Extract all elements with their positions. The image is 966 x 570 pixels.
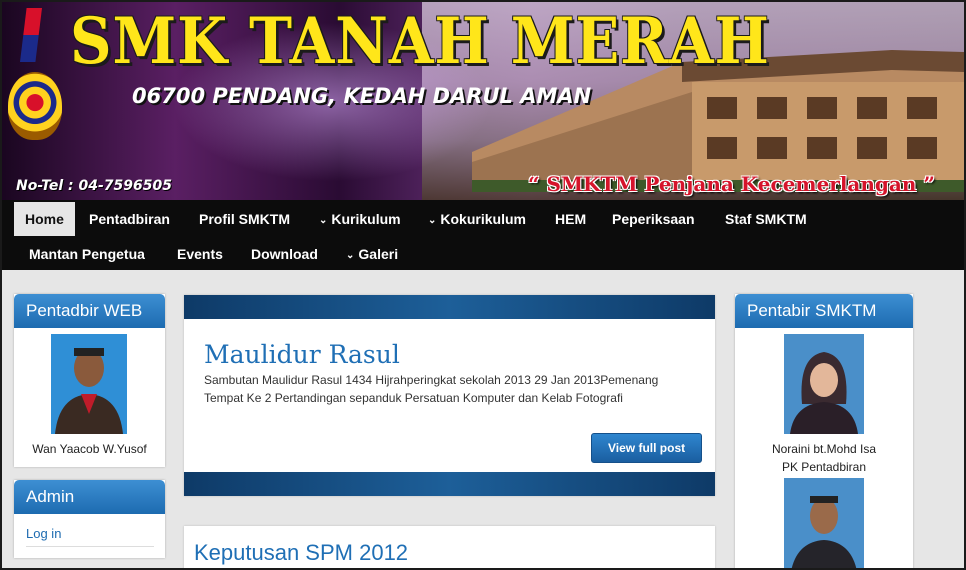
chevron-down-icon: ⌄	[428, 215, 437, 226]
nav-item-mantan-pengetua[interactable]: Mantan Pengetua	[18, 237, 156, 271]
site-title: SMK TANAH MERAH	[70, 4, 770, 79]
widget-title: Pentadbir WEB	[14, 294, 165, 328]
widget-title: Admin	[14, 480, 165, 514]
page-frame: SMK TANAH MERAH 06700 PENDANG, KEDAH DAR…	[0, 0, 966, 570]
nav-label: Staf SMKTM	[725, 211, 807, 227]
nav-item-kokurikulum[interactable]: ⌄ Kokurikulum	[417, 202, 537, 236]
nav-label: Mantan Pengetua	[29, 246, 145, 262]
nav-item-home[interactable]: Home	[14, 202, 75, 236]
divider	[26, 546, 154, 547]
nav-label: Kokurikulum	[440, 211, 526, 227]
post-title[interactable]: Keputusan SPM 2012	[194, 540, 408, 566]
nav-label: Download	[251, 246, 318, 262]
admin-name: Wan Yaacob W.Yusof	[32, 442, 147, 456]
nav-label: HEM	[555, 211, 587, 227]
nav-label: Pentadbiran	[89, 211, 170, 227]
widget-pentabir-smktm: Pentabir SMKTM Noraini bt.Mohd Isa PK Pe…	[735, 294, 913, 568]
login-link[interactable]: Log in	[26, 526, 61, 541]
post-excerpt: Sambutan Maulidur Rasul 1434 Hijrahperin…	[204, 373, 659, 405]
nav-label: Galeri	[358, 246, 399, 262]
school-crest-icon	[8, 72, 62, 140]
nav-label: Events	[177, 246, 223, 262]
chevron-down-icon: ⌄	[319, 215, 328, 226]
nav-label: Home	[25, 211, 64, 227]
site-address: 06700 PENDANG, KEDAH DARUL AMAN	[132, 84, 592, 108]
nav-label: Kurikulum	[331, 211, 401, 227]
nav-label: Peperiksaan	[612, 211, 695, 227]
post-header-bar	[184, 295, 715, 319]
post-footer-bar	[184, 472, 715, 496]
widget-pentadbir-web: Pentadbir WEB Wan Yaacob W.Yusof	[14, 294, 165, 467]
post-card: Maulidur Rasul Sambutan Maulidur Rasul 1…	[184, 295, 715, 496]
nav-item-pentadbiran[interactable]: Pentadbiran	[78, 202, 181, 236]
view-full-post-button[interactable]: View full post	[591, 433, 703, 463]
nav-item-events[interactable]: Events	[166, 237, 234, 271]
nav-label: Profil SMKTM	[199, 211, 290, 227]
nav-item-download[interactable]: Download	[240, 237, 329, 271]
widget-admin: Admin Log in	[14, 480, 165, 558]
flag-emblem-icon	[20, 8, 42, 62]
chevron-down-icon: ⌄	[346, 250, 355, 261]
staff-photo-2	[784, 478, 864, 568]
nav-item-profil-smktm[interactable]: Profil SMKTM	[188, 202, 301, 236]
staff-name-1: Noraini bt.Mohd Isa	[771, 442, 877, 456]
admin-photo	[51, 334, 127, 434]
staff-photo-1	[784, 334, 864, 434]
main-navigation: Home Pentadbiran Profil SMKTM ⌄ Kurikulum…	[2, 200, 964, 270]
site-header-banner: SMK TANAH MERAH 06700 PENDANG, KEDAH DAR…	[2, 2, 964, 200]
nav-item-galeri[interactable]: ⌄ Galeri	[335, 237, 409, 271]
widget-title: Pentabir SMKTM	[735, 294, 913, 328]
nav-item-peperiksaan[interactable]: Peperiksaan	[601, 202, 706, 236]
site-tagline: “ SMKTM Penjana Kecemerlangan ”	[528, 172, 935, 196]
site-phone: No-Tel : 04-7596505	[16, 178, 172, 194]
nav-item-staf-smktm[interactable]: Staf SMKTM	[714, 202, 818, 236]
nav-item-kurikulum[interactable]: ⌄ Kurikulum	[308, 202, 412, 236]
staff-role-1: PK Pentadbiran	[781, 460, 867, 474]
post-title[interactable]: Maulidur Rasul	[204, 340, 400, 369]
post-card: Keputusan SPM 2012	[184, 526, 715, 568]
nav-item-hem[interactable]: HEM	[544, 202, 597, 236]
